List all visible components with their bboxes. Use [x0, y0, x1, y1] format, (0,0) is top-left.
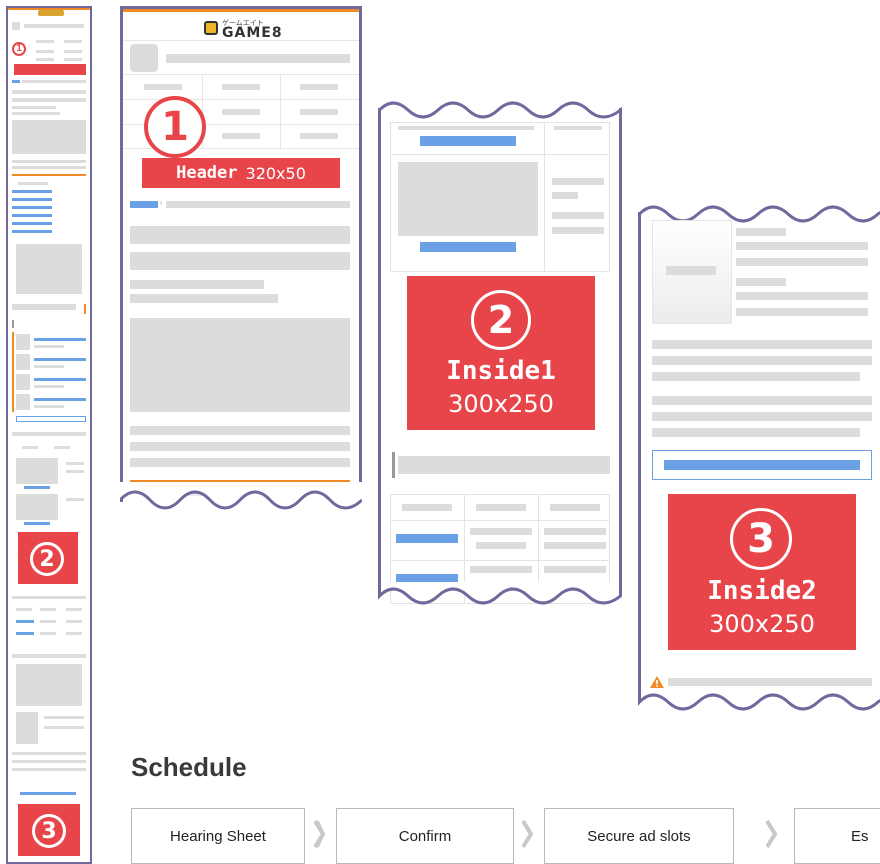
torn-edge-bottom	[638, 688, 880, 711]
header-ad-slot: Header 320x50	[142, 158, 340, 188]
header-placement-panel: ゲームエイト GAME8 1 Header 320x50 ›	[120, 6, 362, 516]
mini-badge-3: 3	[32, 814, 66, 848]
inside1-ad-size: 300x250	[448, 390, 554, 418]
torn-edge-bottom	[120, 482, 362, 510]
mini-header-ad	[14, 64, 86, 75]
inside1-ad-slot: 2 Inside1 300x250	[407, 276, 595, 430]
header-ad-size: 320x50	[245, 163, 306, 183]
header-ad-name: Header	[176, 163, 238, 183]
inside2-ad-size: 300x250	[709, 610, 815, 638]
mini-badge-2: 2	[30, 542, 64, 576]
schedule-step-secure-ad-slots: Secure ad slots	[544, 808, 734, 864]
inside2-ad-slot: 3 Inside2 300x250	[668, 494, 856, 650]
schedule-step-hearing-sheet: Hearing Sheet	[131, 808, 305, 864]
schedule-step-confirm: Confirm	[336, 808, 514, 864]
warning-icon	[650, 676, 664, 688]
badge-2: 2	[471, 290, 531, 350]
badge-1: 1	[144, 96, 206, 158]
chevron-right-icon	[314, 820, 326, 848]
inside2-placement-panel: 3 Inside2 300x250	[638, 200, 880, 718]
inside2-ad-name: Inside2	[707, 576, 817, 606]
logo-name: GAME8	[222, 25, 283, 41]
mini-logo	[38, 10, 64, 16]
schedule-step-4-label: Es	[851, 827, 869, 845]
mini-page-preview: 1 2 3	[6, 6, 92, 864]
game8-logo: ゲームエイト GAME8	[204, 18, 284, 41]
torn-edge-bottom	[378, 582, 622, 605]
inside1-placement-panel: 2 Inside1 300x250	[378, 96, 622, 610]
badge-3: 3	[730, 508, 792, 570]
inside1-ad-name: Inside1	[446, 356, 556, 386]
logo-mascot-icon	[204, 21, 218, 35]
schedule-title: Schedule	[131, 752, 247, 782]
chevron-right-icon	[522, 820, 534, 848]
schedule-step-4: Es	[794, 808, 880, 864]
chevron-right-icon	[766, 820, 778, 848]
mini-badge-1: 1	[12, 42, 26, 56]
